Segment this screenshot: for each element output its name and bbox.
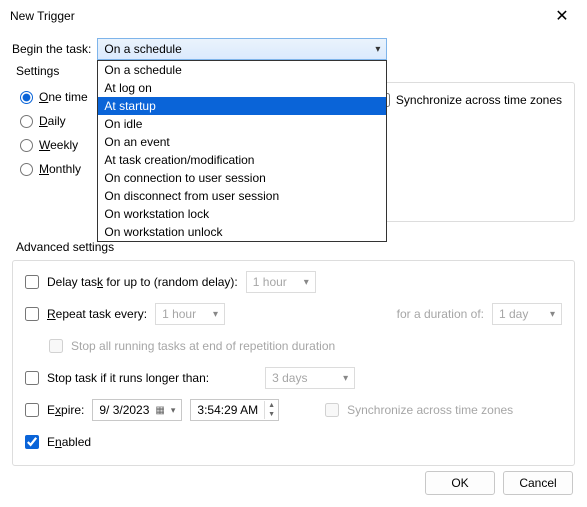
stoplong-label: Stop task if it runs longer than:: [47, 371, 209, 385]
radio-one-time[interactable]: One time: [20, 90, 100, 104]
radio-input[interactable]: [20, 115, 33, 128]
delay-select[interactable]: 1 hour ▾: [246, 271, 316, 293]
radio-monthly[interactable]: Monthly: [20, 162, 100, 176]
frequency-radio-group: One time Daily Weekly Monthly: [12, 82, 100, 222]
window-title: New Trigger: [10, 9, 75, 23]
begin-task-combo[interactable]: On a schedule ▾: [97, 38, 387, 60]
dropdown-item[interactable]: On connection to user session: [98, 169, 386, 187]
sync-timezones-1[interactable]: Synchronize across time zones: [376, 93, 562, 107]
calendar-icon: ▦: [155, 405, 164, 416]
enabled-checkbox[interactable]: [25, 435, 39, 449]
repeat-value: 1 hour: [162, 307, 196, 321]
dropdown-item[interactable]: On workstation lock: [98, 205, 386, 223]
duration-label: for a duration of:: [397, 307, 484, 321]
delay-checkbox[interactable]: [25, 275, 39, 289]
radio-input[interactable]: [20, 91, 33, 104]
stopall-checkbox: [49, 339, 63, 353]
sync2-checkbox: [325, 403, 339, 417]
radio-daily[interactable]: Daily: [20, 114, 100, 128]
expire-time-input[interactable]: 3:54:29 AM ▲▼: [190, 399, 279, 421]
time-spinner[interactable]: ▲▼: [264, 401, 278, 419]
ok-button[interactable]: OK: [425, 471, 495, 495]
repeat-label: Repeat task every:: [47, 307, 147, 321]
stoplong-value: 3 days: [272, 371, 307, 385]
begin-task-dropdown[interactable]: On a schedule At log on At startup On id…: [97, 60, 387, 242]
chevron-down-icon: ▾: [550, 309, 555, 320]
dropdown-item[interactable]: At task creation/modification: [98, 151, 386, 169]
chevron-down-icon: ▾: [375, 44, 380, 55]
expire-time-value: 3:54:29 AM: [191, 403, 264, 417]
repeat-checkbox[interactable]: [25, 307, 39, 321]
chevron-down-icon: ▾: [171, 405, 176, 416]
expire-date-input[interactable]: 9/ 3/2023 ▦ ▾: [92, 399, 182, 421]
repeat-select[interactable]: 1 hour ▾: [155, 303, 225, 325]
delay-label: Delay task for up to (random delay):: [47, 275, 238, 289]
enabled-label: Enabled: [47, 435, 91, 449]
combo-selected-text: On a schedule: [104, 42, 181, 56]
chevron-down-icon: ▾: [213, 309, 218, 320]
advanced-settings-label: Advanced settings: [16, 240, 575, 254]
radio-input[interactable]: [20, 163, 33, 176]
begin-task-label: Begin the task:: [12, 42, 91, 56]
radio-input[interactable]: [20, 139, 33, 152]
dropdown-item[interactable]: On disconnect from user session: [98, 187, 386, 205]
delay-value: 1 hour: [253, 275, 287, 289]
expire-label: Expire:: [47, 403, 84, 417]
chevron-down-icon: ▾: [343, 373, 348, 384]
stoplong-select[interactable]: 3 days ▾: [265, 367, 355, 389]
stopall-label: Stop all running tasks at end of repetit…: [71, 339, 335, 353]
dropdown-item[interactable]: On workstation unlock: [98, 223, 386, 241]
sync2-label: Synchronize across time zones: [347, 403, 513, 417]
dropdown-item[interactable]: At log on: [98, 79, 386, 97]
dropdown-item[interactable]: On idle: [98, 115, 386, 133]
expire-checkbox[interactable]: [25, 403, 39, 417]
sync-label: Synchronize across time zones: [396, 93, 562, 107]
duration-value: 1 day: [499, 307, 528, 321]
radio-weekly[interactable]: Weekly: [20, 138, 100, 152]
expire-date-value: 9/ 3/2023: [99, 403, 149, 417]
dropdown-item-selected[interactable]: At startup: [98, 97, 386, 115]
advanced-settings-panel: Delay task for up to (random delay): 1 h…: [12, 260, 575, 466]
dropdown-item[interactable]: On a schedule: [98, 61, 386, 79]
close-icon[interactable]: ✕: [547, 6, 577, 26]
cancel-button[interactable]: Cancel: [503, 471, 573, 495]
stoplong-checkbox[interactable]: [25, 371, 39, 385]
dropdown-item[interactable]: On an event: [98, 133, 386, 151]
chevron-down-icon: ▾: [304, 277, 309, 288]
duration-select[interactable]: 1 day ▾: [492, 303, 562, 325]
